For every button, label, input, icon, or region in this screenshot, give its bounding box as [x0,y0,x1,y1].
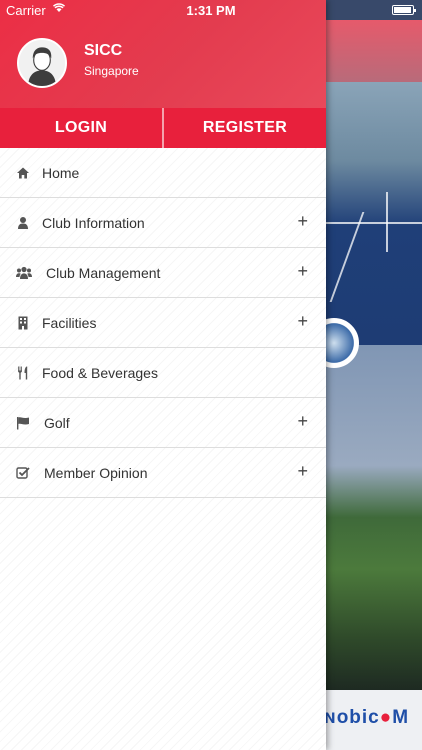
background-garden-image [326,345,422,690]
home-icon [16,166,30,180]
expand-plus-icon[interactable]: + [297,261,308,281]
checkbox-icon [16,466,30,480]
menu-item-label: Food & Beverages [42,364,158,381]
menu-item-home[interactable]: Home [0,148,326,198]
status-bar: Carrier 1:31 PM [0,0,422,20]
drawer-menu: Home Club Information + Club Management … [0,148,326,498]
profile-location: Singapore [84,64,139,78]
background-header-image [326,20,422,82]
menu-item-member-opinion[interactable]: Member Opinion + [0,448,326,498]
menu-item-club-management[interactable]: Club Management + [0,248,326,298]
battery-icon [392,5,416,15]
footer-brand-logo: ɴobic●M [324,707,410,728]
auth-buttons: LOGIN REGISTER [0,108,326,148]
expand-plus-icon[interactable]: + [297,311,308,331]
user-avatar-icon[interactable] [17,38,67,88]
menu-item-facilities[interactable]: Facilities + [0,298,326,348]
login-button[interactable]: LOGIN [0,108,162,148]
profile-name: SICC [84,42,123,59]
user-icon [16,216,30,230]
expand-plus-icon[interactable]: + [297,411,308,431]
menu-item-label: Member Opinion [44,464,148,481]
menu-item-label: Facilities [42,314,97,331]
menu-item-food-beverages[interactable]: Food & Beverages [0,348,326,398]
menu-item-golf[interactable]: Golf + [0,398,326,448]
status-time: 1:31 PM [186,3,236,18]
menu-item-label: Golf [44,414,70,431]
flag-icon [16,416,30,430]
navigation-drawer: SICC Singapore LOGIN REGISTER Home Club … [0,0,326,750]
menu-item-label: Club Information [42,214,145,231]
menu-item-label: Home [42,164,80,181]
users-icon [16,266,32,280]
background-tennis-court-image [326,82,422,345]
background-footer: ɴobic●M [324,690,422,750]
menu-item-label: Club Management [46,264,161,281]
building-icon [16,316,30,330]
register-button[interactable]: REGISTER [164,108,326,148]
expand-plus-icon[interactable]: + [297,211,308,231]
expand-plus-icon[interactable]: + [297,461,308,481]
menu-item-club-information[interactable]: Club Information + [0,198,326,248]
cutlery-icon [16,366,30,380]
